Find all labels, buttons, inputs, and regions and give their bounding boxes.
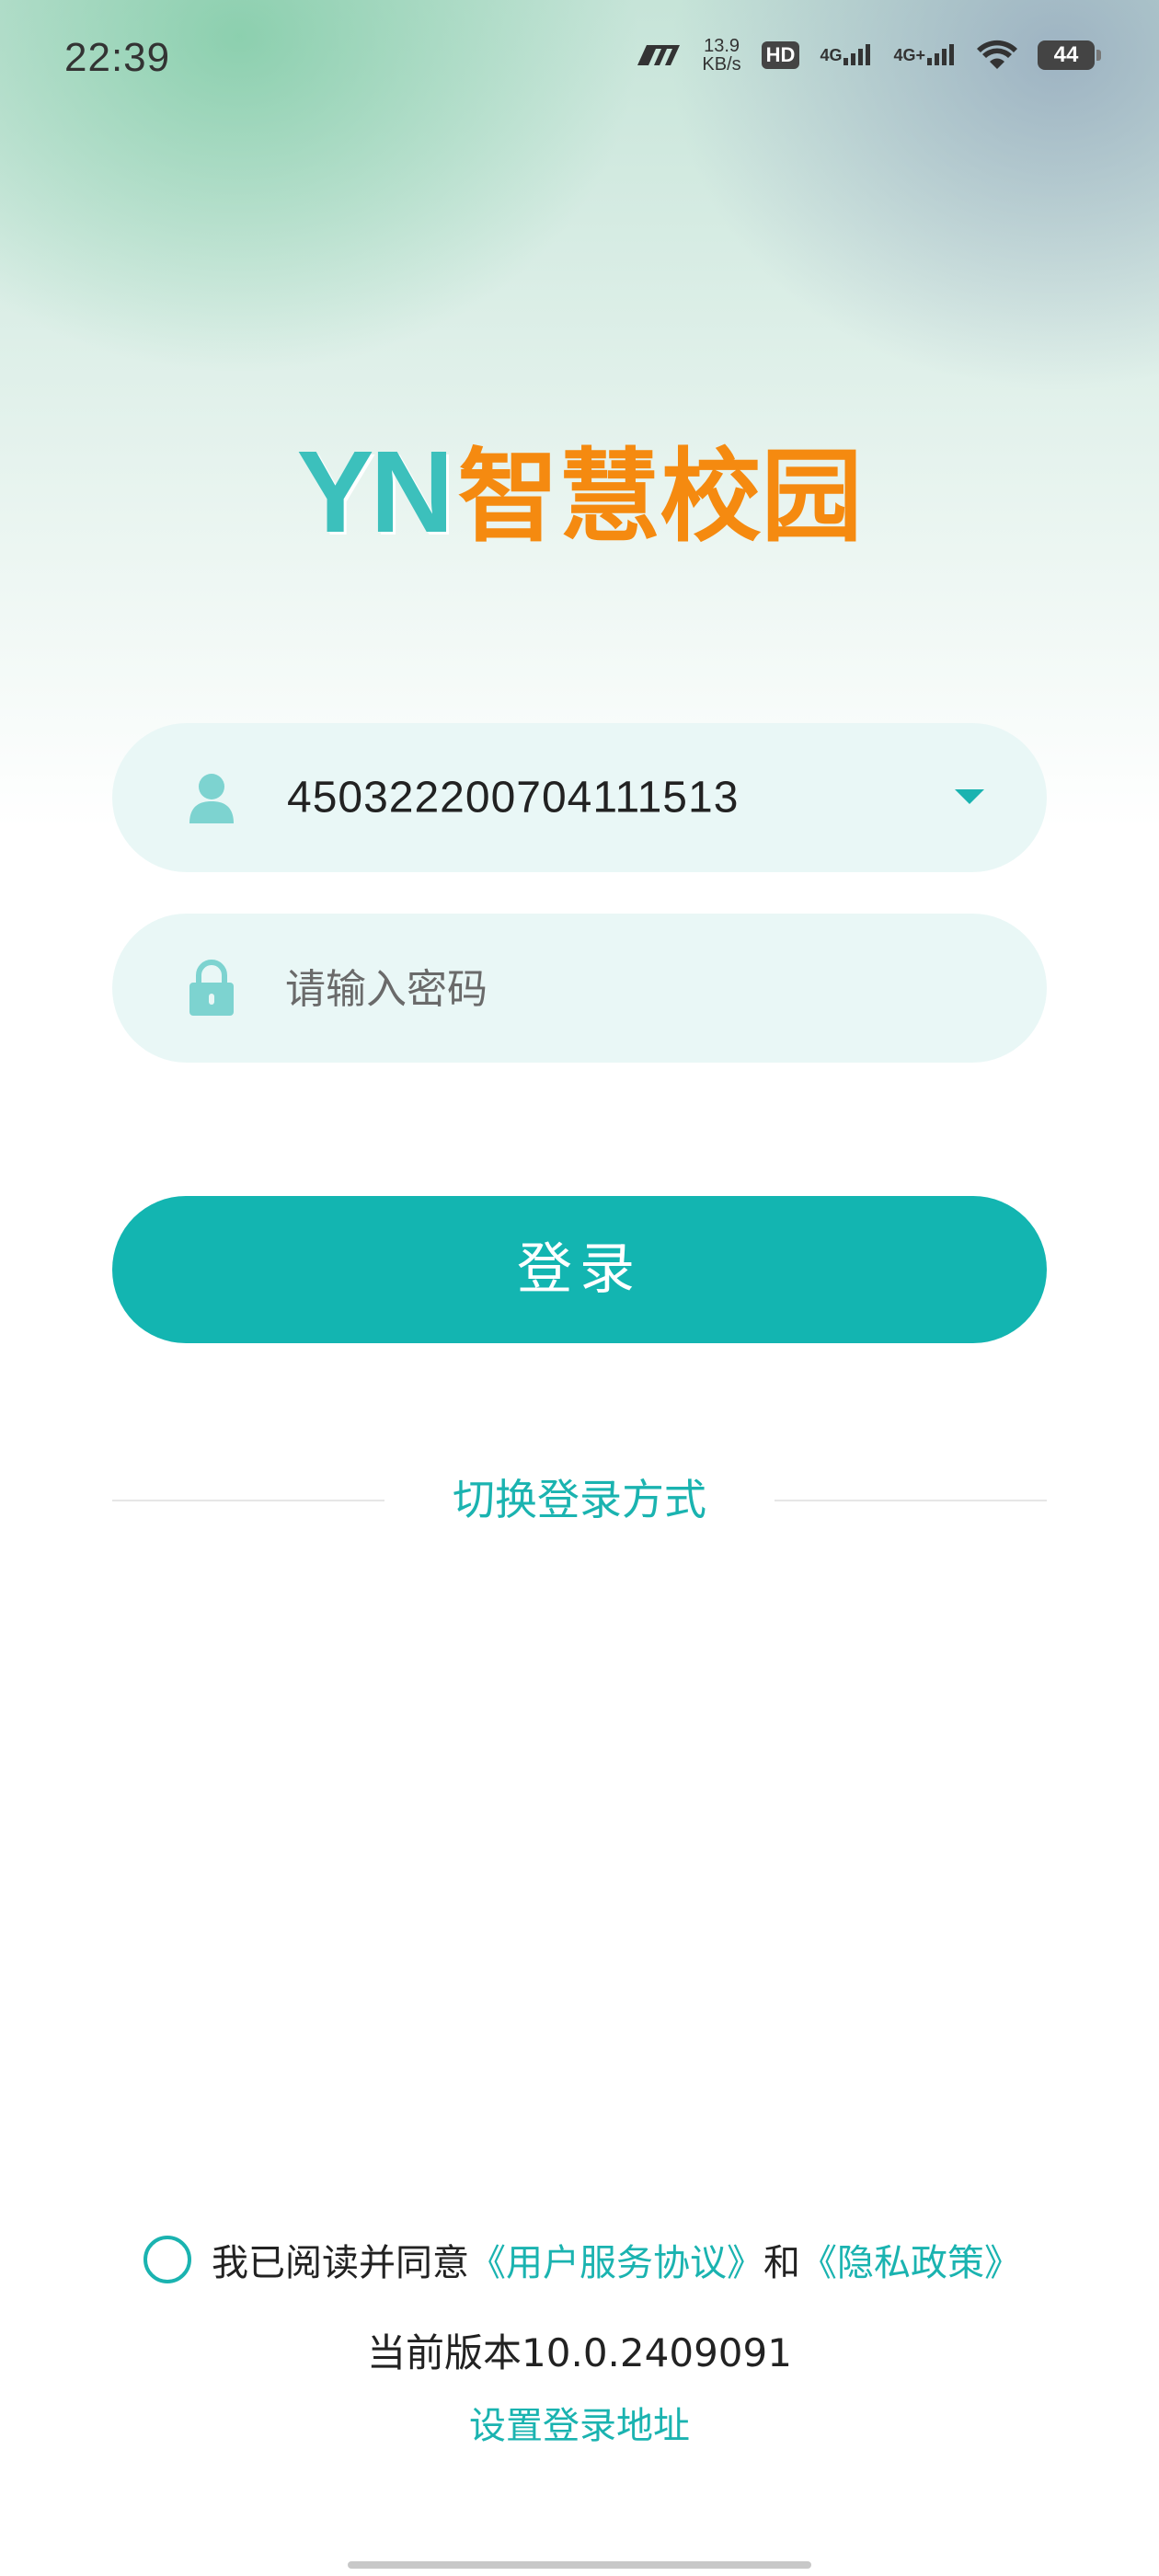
network-speed: 13.9 KB/s <box>702 37 740 74</box>
password-field[interactable] <box>112 914 1047 1064</box>
divider-right <box>775 1500 1047 1501</box>
dropdown-icon[interactable] <box>955 789 984 804</box>
app-notification-icon <box>634 43 682 67</box>
signal-2-icon: 4G+ <box>893 43 957 67</box>
account-field[interactable]: 450322200704111513 <box>112 723 1047 872</box>
home-indicator[interactable] <box>348 2561 811 2569</box>
status-time: 22:39 <box>64 35 171 80</box>
wifi-icon <box>977 40 1017 71</box>
password-input[interactable] <box>283 914 986 1064</box>
hd-label: HD <box>761 41 800 69</box>
signal-1-icon: 4G <box>820 43 873 67</box>
agreement-row: 我已阅读并同意 《用户服务协议》和《隐私政策》 <box>143 2230 1021 2289</box>
version-text: 当前版本10.0.2409091 <box>367 2330 792 2375</box>
hd-icon: HD <box>761 41 800 69</box>
radio-unchecked-icon[interactable] <box>143 2236 191 2283</box>
and-text: 和 <box>763 2242 800 2284</box>
signal-2-label: 4G+ <box>893 45 925 64</box>
logo-chinese: 智慧校园 <box>457 438 863 556</box>
signal-1-label: 4G <box>820 45 843 64</box>
battery-icon: 44 <box>1038 40 1101 70</box>
set-login-address-link[interactable]: 设置登录地址 <box>0 2396 1159 2449</box>
terms-link[interactable]: 《用户服务协议》 <box>469 2233 763 2286</box>
app-logo: YN智慧校园 <box>0 414 1159 561</box>
status-bar: 22:39 13.9 KB/s HD 4G 4G+ 44 <box>0 0 1159 120</box>
network-speed-unit: KB/s <box>702 54 741 75</box>
switch-login-section: 切换登录方式 <box>112 1472 1047 1527</box>
login-button[interactable]: 登录 <box>112 1196 1047 1343</box>
agreement-text: 我已阅读并同意 <box>212 2242 469 2284</box>
user-icon <box>189 774 234 823</box>
status-icons: 13.9 KB/s HD 4G 4G+ 44 <box>634 37 1101 74</box>
lock-icon <box>189 960 234 1016</box>
account-value[interactable]: 450322200704111513 <box>287 773 739 823</box>
privacy-link[interactable]: 《隐私政策》 <box>800 2233 1021 2286</box>
logo-latin: YN <box>296 427 453 557</box>
battery-level: 44 <box>1053 42 1079 67</box>
network-speed-value: 13.9 <box>704 36 740 56</box>
